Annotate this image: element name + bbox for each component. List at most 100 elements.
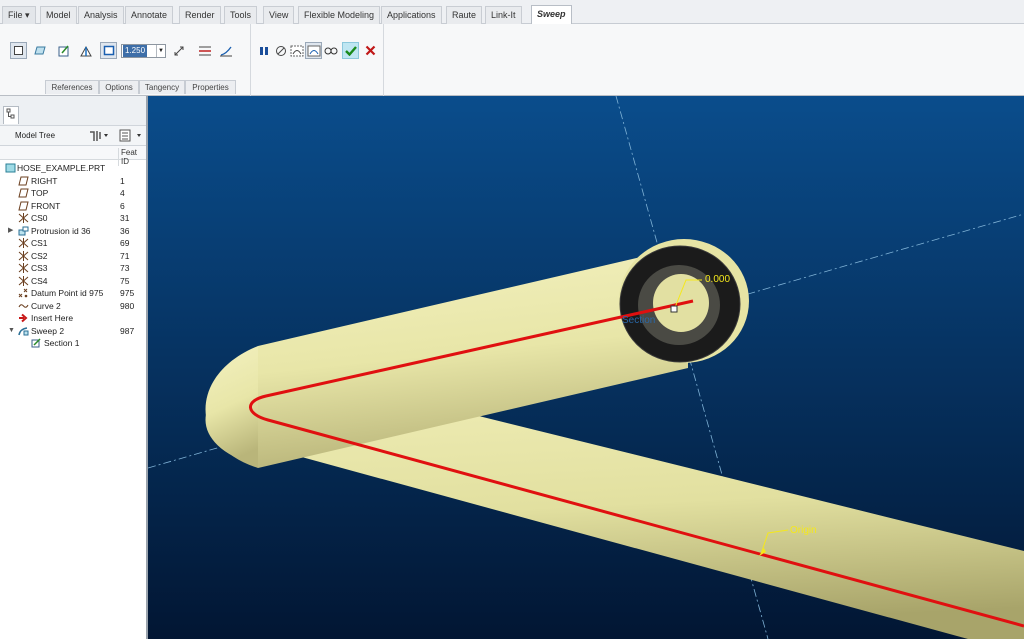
tab-file[interactable]: File ▾ — [2, 6, 36, 24]
tree-item-label: Curve 2 — [31, 300, 61, 311]
tab-analysis[interactable]: Analysis — [78, 6, 124, 24]
no-preview-icon — [275, 45, 286, 56]
navigator-tab-strip — [0, 96, 146, 126]
surface-sweep-button[interactable] — [31, 42, 48, 59]
flip-thickness-button[interactable] — [170, 42, 187, 59]
constant-section-icon — [198, 46, 211, 55]
tree-item-cs2[interactable]: CS2 71 — [0, 250, 146, 263]
tab-applications[interactable]: Applications — [381, 6, 442, 24]
feat-id: 4 — [120, 188, 125, 198]
variable-section-icon — [219, 46, 232, 56]
constant-section-button[interactable] — [196, 42, 213, 59]
tree-item-label: TOP — [31, 188, 49, 198]
tree-item-label: Sweep 2 — [31, 325, 65, 336]
dimension-value[interactable]: 0.000 — [705, 274, 730, 285]
pause-button[interactable] — [255, 42, 272, 59]
verify-mode-button[interactable] — [322, 42, 339, 59]
tree-item-part[interactable]: HOSE_EXAMPLE.PRT — [0, 162, 146, 175]
thickness-dropdown-icon[interactable]: ▼ — [156, 45, 165, 57]
tab-model[interactable]: Model — [40, 6, 77, 24]
feat-id: 75 — [120, 275, 130, 286]
tree-item-label: CS4 — [31, 275, 48, 286]
tree-item-label: HOSE_EXAMPLE.PRT — [17, 163, 106, 173]
ribbon-group-divider — [383, 24, 384, 96]
model-tree-tab[interactable] — [3, 106, 19, 124]
thicken-sketch-button[interactable] — [100, 42, 117, 59]
tab-properties[interactable]: Properties — [185, 80, 236, 94]
tree-settings-button[interactable] — [88, 129, 108, 144]
tab-link-it[interactable]: Link-It — [485, 6, 522, 24]
tab-sweep[interactable]: Sweep — [531, 5, 572, 24]
ok-apply-button[interactable] — [342, 42, 359, 59]
tree-item-section[interactable]: Section 1 — [0, 337, 146, 350]
ribbon-tab-bar: File ▾ Model Analysis Annotate Render To… — [0, 0, 1024, 24]
variable-section-button[interactable] — [217, 42, 234, 59]
tree-item-right[interactable]: RIGHT 1 — [0, 175, 146, 188]
model-canvas[interactable]: 0.000 Section Origin — [148, 96, 1024, 639]
thickness-input[interactable]: 1.250 ▼ — [121, 44, 166, 58]
tree-item-label: Insert Here — [31, 313, 74, 323]
show-icon — [119, 129, 141, 142]
tree-item-front[interactable]: FRONT 6 — [0, 200, 146, 213]
feat-id: 73 — [120, 263, 130, 273]
tree-item-curve[interactable]: Curve 2 980 — [0, 300, 146, 313]
tab-tangency[interactable]: Tangency — [139, 80, 185, 94]
surface-icon — [33, 46, 46, 55]
datum-point-icon — [18, 288, 28, 298]
graphics-viewport[interactable]: 0.000 Section Origin — [148, 96, 1024, 639]
tree-item-label: CS2 — [31, 250, 48, 261]
tree-item-cs0[interactable]: CS0 31 — [0, 212, 146, 225]
remove-material-button[interactable] — [77, 42, 94, 59]
thicken-icon — [103, 45, 114, 56]
feat-id: 36 — [120, 225, 130, 236]
tab-raute[interactable]: Raute — [446, 6, 483, 24]
solid-sweep-button[interactable] — [10, 42, 27, 59]
coordinate-system-icon — [18, 263, 29, 273]
expand-arrow-icon[interactable]: ▶ — [8, 225, 13, 237]
tree-item-label: Protrusion id 36 — [31, 225, 91, 236]
model-tree-header: Model Tree — [0, 126, 146, 146]
coordinate-system-icon — [18, 213, 29, 223]
tree-filter-button[interactable] — [118, 129, 144, 144]
section-origin-handle[interactable] — [670, 305, 678, 313]
tree-column-header: Feat ID — [0, 146, 146, 166]
feat-id: 975 — [120, 288, 135, 298]
checkmark-icon — [344, 46, 357, 56]
model-tree-tab-icon — [6, 108, 15, 119]
coordinate-system-icon — [18, 238, 29, 248]
tree-item-top[interactable]: TOP 4 — [0, 187, 146, 200]
flip-direction-icon — [174, 46, 183, 55]
tab-render[interactable]: Render — [179, 6, 221, 24]
tree-item-cs1[interactable]: CS1 69 — [0, 237, 146, 250]
tree-item-label: CS1 — [31, 238, 48, 248]
tree-item-label: RIGHT — [31, 175, 58, 186]
tab-file-label: File — [8, 10, 23, 20]
pause-icon — [259, 46, 268, 55]
section-label: Section — [622, 315, 655, 326]
collapse-arrow-icon[interactable]: ▼ — [8, 325, 15, 337]
feature-preview-button[interactable] — [305, 42, 322, 59]
curve-icon — [18, 303, 29, 308]
attached-preview-button[interactable] — [288, 42, 305, 59]
tab-references[interactable]: References — [45, 80, 99, 94]
navigator-panel: Model Tree Feat ID HOSE_EXAMPLE.PRT RIGH… — [0, 96, 148, 639]
no-preview-button[interactable] — [272, 42, 289, 59]
tree-item-insert-here[interactable]: Insert Here — [0, 312, 146, 325]
tree-item-cs3[interactable]: CS3 73 — [0, 262, 146, 275]
tree-item-protrusion[interactable]: ▶ Protrusion id 36 36 — [0, 225, 146, 238]
tree-item-sweep[interactable]: ▼ Sweep 2 987 — [0, 325, 146, 338]
sketch-icon — [58, 45, 69, 56]
coordinate-system-icon — [18, 250, 29, 261]
tree-item-cs4[interactable]: CS4 75 — [0, 275, 146, 288]
tab-options[interactable]: Options — [99, 80, 139, 94]
cancel-button[interactable] — [362, 42, 379, 59]
tab-annotate[interactable]: Annotate — [125, 6, 174, 24]
tab-tools[interactable]: Tools — [224, 6, 258, 24]
tab-flexible-modeling[interactable]: Flexible Modeling — [298, 6, 381, 24]
tree-item-datum-point[interactable]: Datum Point id 975 975 — [0, 287, 146, 300]
feat-id: 71 — [120, 250, 130, 261]
tab-view[interactable]: View — [263, 6, 295, 24]
edit-section-button[interactable] — [55, 42, 72, 59]
insert-here-arrow-icon — [19, 313, 28, 323]
attached-preview-icon — [290, 45, 303, 56]
